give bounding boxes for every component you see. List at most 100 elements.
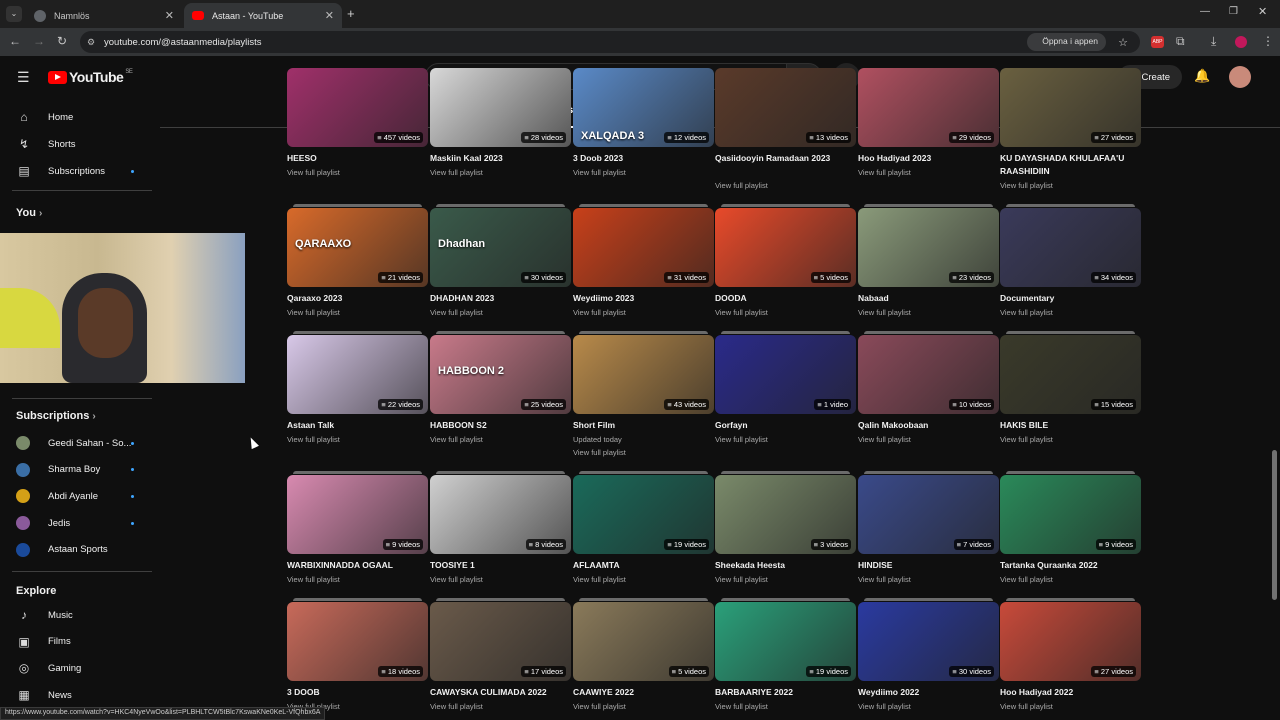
sidebar-item-gaming[interactable]: ◎ Gaming (16, 661, 146, 675)
view-full-playlist-link[interactable]: View full playlist (287, 433, 340, 446)
sidebar-subscription-item[interactable]: Jedis (16, 516, 146, 531)
tab-home[interactable]: Home (289, 104, 317, 116)
playlist-title[interactable]: HINDISE (858, 559, 999, 572)
view-full-playlist-link[interactable]: View full playlist (858, 700, 911, 713)
playlist-thumbnail[interactable]: ≡ 3 videos (715, 475, 856, 554)
playlist-title[interactable]: Qasiidooyin Ramadaan 2023 (715, 152, 856, 165)
playlist-title[interactable]: KU DAYASHADA KHULAFAA'U RAASHIDIIN (1000, 152, 1141, 178)
view-full-playlist-link[interactable]: View full playlist (715, 306, 768, 319)
sidebar-you-header[interactable]: You › (16, 207, 42, 219)
sidebar-item-films[interactable]: ▣ Films (16, 635, 146, 649)
playlist-title[interactable]: Maskiin Kaal 2023 (430, 152, 571, 165)
new-tab-button[interactable]: + (347, 6, 355, 21)
tab-podcasts[interactable]: Podcasts (480, 104, 523, 116)
playlist-thumbnail[interactable]: ≡ 22 videos (287, 335, 428, 414)
playlist-title[interactable]: Qalin Makoobaan (858, 419, 999, 432)
playlist-title[interactable]: AFLAAMTA (573, 559, 714, 572)
playlist-title[interactable]: DOODA (715, 292, 856, 305)
sidebar-subscription-item[interactable]: Astaan Sports (16, 542, 146, 557)
playlist-title[interactable]: 3 Doob 2023 (573, 152, 714, 165)
clear-search-icon[interactable]: ✕ (766, 68, 777, 84)
playlist-title[interactable]: Gorfayn (715, 419, 856, 432)
sidebar-item-news[interactable]: ▦ News (16, 688, 146, 702)
url-field[interactable]: ⚙ youtube.com/@astaanmedia/playlists Öpp… (80, 31, 1140, 53)
playlist-title[interactable]: Hoo Hadiyad 2022 (1000, 686, 1141, 699)
view-full-playlist-link[interactable]: View full playlist (573, 446, 626, 459)
view-full-playlist-link[interactable]: View full playlist (430, 573, 483, 586)
notifications-bell-icon[interactable]: 🔔 (1194, 68, 1210, 84)
tab-videos[interactable]: Videos (335, 104, 367, 116)
view-full-playlist-link[interactable]: View full playlist (573, 306, 626, 319)
tab-astaan-youtube[interactable]: Astaan - YouTube ✕ (184, 3, 342, 28)
sidebar-item-music[interactable]: ♪ Music (16, 608, 146, 622)
close-window-button[interactable]: ✕ (1258, 5, 1267, 18)
minimize-button[interactable]: — (1200, 6, 1210, 17)
view-full-playlist-link[interactable]: View full playlist (715, 179, 768, 192)
view-full-playlist-link[interactable]: View full playlist (430, 306, 483, 319)
playlist-title[interactable]: Nabaad (858, 292, 999, 305)
profile-icon[interactable] (1235, 36, 1247, 48)
view-full-playlist-link[interactable]: View full playlist (573, 700, 626, 713)
search-button[interactable]: ⌕ (786, 63, 822, 90)
sidebar-item-subscriptions[interactable]: ▤ Subscriptions (16, 164, 146, 178)
playlist-title[interactable]: Weydiimo 2022 (858, 686, 999, 699)
view-full-playlist-link[interactable]: View full playlist (1000, 700, 1053, 713)
search-input[interactable]: 3 doob short film ✕ (425, 63, 788, 90)
playlist-thumbnail[interactable]: ≡ 18 videos (287, 602, 428, 681)
playlist-thumbnail[interactable]: ≡ 31 videos (573, 208, 714, 287)
playlist-thumbnail[interactable]: ≡ 9 videos (1000, 475, 1141, 554)
adblock-icon[interactable]: ABP (1151, 36, 1164, 48)
tab-playlists[interactable]: Playlists (540, 104, 583, 128)
tab-posts[interactable]: Posts (599, 104, 625, 116)
playlist-thumbnail[interactable]: ≡ 34 videos (1000, 208, 1141, 287)
playlist-thumbnail[interactable]: ≡ 1 video (715, 335, 856, 414)
sidebar-subscription-item[interactable]: Geedi Sahan - So... (16, 436, 146, 450)
playlist-title[interactable]: TOOSIYE 1 (430, 559, 571, 572)
playlist-title[interactable]: 3 DOOB (287, 686, 428, 699)
view-full-playlist-link[interactable]: View full playlist (430, 433, 483, 446)
playlist-thumbnail[interactable]: ≡ 9 videos (287, 475, 428, 554)
reload-icon[interactable]: ↻ (57, 34, 67, 48)
playlist-thumbnail[interactable]: Dhadhan ≡ 30 videos (430, 208, 571, 287)
playlist-title[interactable]: Short Film (573, 419, 714, 432)
view-full-playlist-link[interactable]: View full playlist (1000, 573, 1053, 586)
hamburger-menu-icon[interactable]: ☰ (17, 69, 30, 86)
create-button[interactable]: + Create (1118, 65, 1182, 89)
view-full-playlist-link[interactable]: View full playlist (858, 166, 911, 179)
playlist-thumbnail[interactable]: ≡ 19 videos (715, 602, 856, 681)
playlist-thumbnail[interactable]: ≡ 27 videos (1000, 602, 1141, 681)
playlist-thumbnail[interactable]: ≡ 17 videos (430, 602, 571, 681)
playlist-title[interactable]: CAAWIYE 2022 (573, 686, 714, 699)
account-avatar[interactable] (1229, 66, 1251, 88)
sidebar-subscriptions-header[interactable]: Subscriptions › (16, 410, 96, 422)
tab-search-button[interactable]: ⌄ (6, 6, 22, 22)
site-info-icon[interactable]: ⚙ (87, 37, 95, 48)
view-full-playlist-link[interactable]: View full playlist (858, 573, 911, 586)
playlist-title[interactable]: BARBAARIYE 2022 (715, 686, 856, 699)
channel-search-icon[interactable]: ⌕ (651, 103, 658, 119)
sidebar-subscription-item[interactable]: Sharma Boy (16, 462, 146, 477)
playlist-thumbnail[interactable]: ≡ 23 videos (858, 208, 999, 287)
view-full-playlist-link[interactable]: View full playlist (858, 306, 911, 319)
view-full-playlist-link[interactable]: View full playlist (715, 700, 768, 713)
playlist-title[interactable]: Hoo Hadiyad 2023 (858, 152, 999, 165)
close-tab-icon[interactable]: ✕ (325, 9, 334, 22)
back-icon[interactable]: ← (9, 34, 21, 48)
sidebar-item-home[interactable]: ⌂ Home (16, 110, 146, 124)
playlist-thumbnail[interactable]: ≡ 8 videos (430, 475, 571, 554)
playlist-thumbnail[interactable]: ≡ 15 videos (1000, 335, 1141, 414)
playlist-thumbnail[interactable]: ≡ 43 videos (573, 335, 714, 414)
voice-search-button[interactable]: 🎙 (833, 63, 860, 90)
view-full-playlist-link[interactable]: View full playlist (573, 166, 626, 179)
close-tab-icon[interactable]: ✕ (165, 9, 174, 22)
playlist-title[interactable]: Astaan Talk (287, 419, 428, 432)
playlist-thumbnail[interactable]: ≡ 30 videos (858, 602, 999, 681)
sidebar-item-shorts[interactable]: ↯ Shorts (16, 137, 146, 151)
playlist-title[interactable]: Tartanka Quraanka 2022 (1000, 559, 1141, 572)
playlist-thumbnail[interactable]: ≡ 10 videos (858, 335, 999, 414)
menu-kebab-icon[interactable]: ⋮ (1262, 34, 1274, 48)
view-full-playlist-link[interactable]: View full playlist (573, 573, 626, 586)
view-full-playlist-link[interactable]: View full playlist (1000, 306, 1053, 319)
view-full-playlist-link[interactable]: View full playlist (858, 433, 911, 446)
playlist-title[interactable]: DHADHAN 2023 (430, 292, 571, 305)
